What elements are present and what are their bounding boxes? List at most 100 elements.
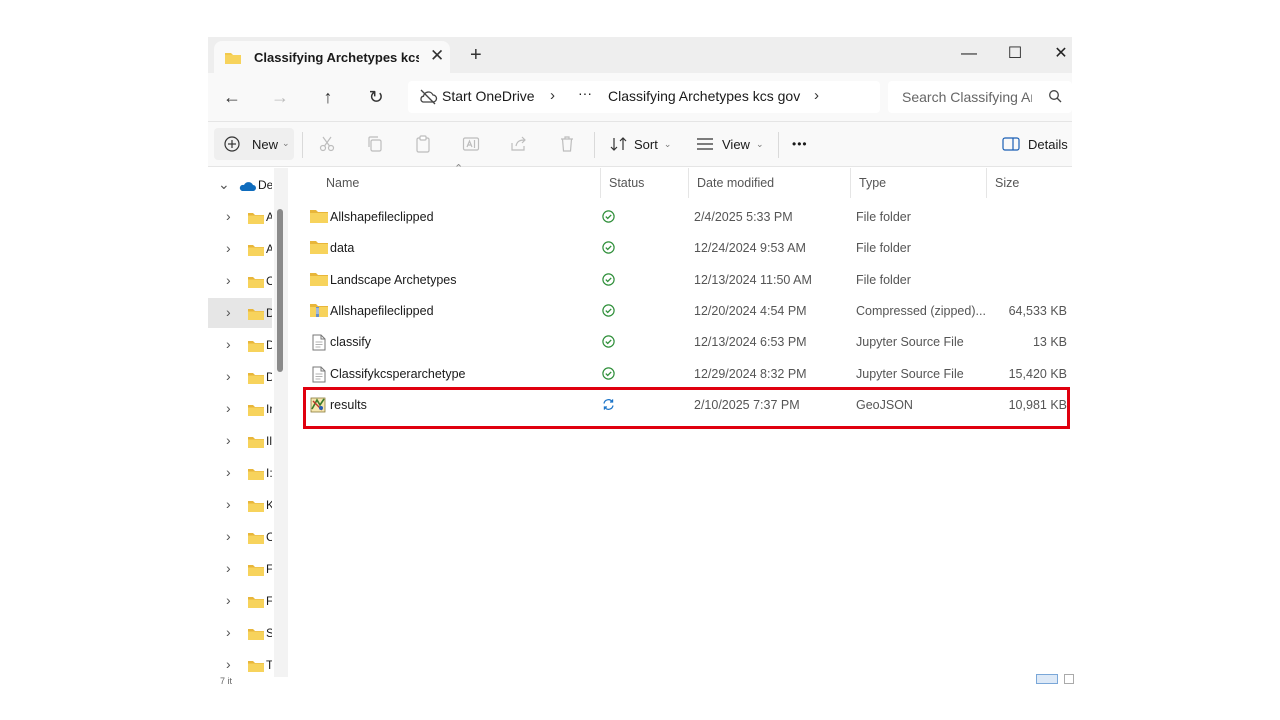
file-size: 15,420 KB	[1008, 366, 1067, 381]
copy-icon	[368, 136, 382, 152]
view-button[interactable]: View ⌄	[696, 129, 764, 159]
column-header-type[interactable]: Type	[850, 168, 986, 198]
chevron-right-icon[interactable]: ›	[226, 656, 231, 672]
cut-button[interactable]	[318, 129, 336, 159]
file-name: classify	[330, 335, 371, 350]
sidebar-item[interactable]: › Il	[208, 426, 272, 456]
sidebar-item[interactable]: › D	[208, 362, 272, 392]
sidebar-item[interactable]: › F	[208, 586, 272, 616]
document-icon	[312, 366, 326, 388]
file-date: 12/24/2024 9:53 AM	[694, 241, 806, 256]
chevron-right-icon[interactable]: ›	[226, 592, 231, 608]
tab-close-icon[interactable]: ✕	[430, 46, 444, 66]
file-row[interactable]: Classifykcsperarchetype 12/29/2024 8:32 P…	[302, 359, 1072, 390]
maximize-button[interactable]: ☐	[992, 37, 1038, 71]
sidebar-item-label: Il	[266, 434, 272, 448]
sidebar-item[interactable]: › A	[208, 202, 272, 232]
chevron-right-icon[interactable]: ›	[226, 432, 231, 448]
divider	[302, 132, 303, 158]
sidebar-item[interactable]: › D	[208, 298, 272, 328]
folder-icon	[248, 403, 264, 421]
column-header-name[interactable]: Name	[318, 168, 598, 198]
breadcrumb-separator[interactable]: ›	[814, 87, 819, 104]
chevron-right-icon[interactable]: ›	[226, 272, 231, 288]
sidebar-item[interactable]: › F	[208, 554, 272, 584]
sidebar-item-label: T	[266, 658, 272, 672]
rename-button[interactable]	[462, 129, 480, 159]
back-button[interactable]: ←	[220, 85, 244, 109]
sort-label: Sort	[634, 136, 658, 152]
file-row[interactable]: Allshapefileclipped 12/20/2024 4:54 PM Com…	[302, 296, 1072, 327]
sidebar-item[interactable]: › D	[208, 330, 272, 360]
paste-button[interactable]	[414, 129, 432, 159]
details-view-toggle[interactable]	[1036, 674, 1058, 684]
sidebar-item-label: D	[266, 370, 272, 384]
sidebar-item[interactable]: › K	[208, 490, 272, 520]
folder-icon	[310, 272, 328, 291]
sidebar-item-onedrive[interactable]: ⌄ De	[208, 170, 272, 200]
share-button[interactable]	[510, 129, 528, 159]
column-header-size[interactable]: Size	[986, 168, 1072, 198]
chevron-right-icon[interactable]: ›	[226, 560, 231, 576]
file-name: Classifykcsperarchetype	[330, 366, 466, 381]
file-type: Jupyter Source File	[856, 366, 964, 381]
chevron-right-icon[interactable]: ›	[226, 304, 231, 320]
details-pane-icon	[1002, 137, 1020, 151]
file-name: Allshapefileclipped	[330, 210, 434, 224]
tab-title: Classifying Archetypes kcs gov	[254, 50, 419, 65]
chevron-right-icon[interactable]: ›	[226, 240, 231, 256]
breadcrumb-separator[interactable]: ›	[550, 87, 555, 104]
sidebar-item-label: I:	[266, 466, 272, 480]
file-row[interactable]: Landscape Archetypes 12/13/2024 11:50 AM F…	[302, 265, 1072, 296]
chevron-right-icon[interactable]: ›	[226, 336, 231, 352]
title-bar: Classifying Archetypes kcs gov ✕ + — ☐ ✕	[208, 37, 1072, 73]
chevron-right-icon[interactable]: ›	[226, 528, 231, 544]
synced-icon	[602, 210, 615, 228]
up-button[interactable]: ↑	[316, 85, 340, 109]
sidebar-item[interactable]: › A	[208, 234, 272, 264]
forward-button[interactable]: →	[268, 85, 292, 109]
chevron-right-icon[interactable]: ›	[226, 208, 231, 224]
chevron-right-icon[interactable]: ›	[226, 496, 231, 512]
new-button[interactable]: New ⌄	[214, 128, 294, 160]
new-tab-button[interactable]: +	[470, 44, 482, 67]
address-bar[interactable]: Start OneDrive › ··· Classifying Archety…	[408, 81, 880, 113]
column-header-status[interactable]: Status	[600, 168, 688, 198]
minimize-button[interactable]: —	[946, 37, 992, 71]
chevron-right-icon[interactable]: ›	[226, 368, 231, 384]
sidebar-item[interactable]: › S	[208, 618, 272, 648]
view-label: View	[722, 136, 750, 152]
file-row[interactable]: classify 12/13/2024 6:53 PM Jupyter Source…	[302, 327, 1072, 358]
file-name: Allshapefileclipped	[330, 303, 434, 318]
sidebar-item-label: F	[266, 594, 272, 608]
file-row[interactable]: Allshapefileclipped 2/4/2025 5:33 PM File …	[302, 202, 1072, 233]
chevron-down-icon: ⌄	[218, 176, 230, 192]
file-date: 12/13/2024 11:50 AM	[694, 272, 812, 287]
sidebar-scrollbar-thumb[interactable]	[277, 209, 283, 372]
sidebar-item[interactable]: › I:	[208, 458, 272, 488]
column-header-date[interactable]: Date modified	[688, 168, 850, 198]
more-options-button[interactable]: •••	[792, 129, 808, 159]
details-button[interactable]: Details	[1002, 129, 1068, 159]
file-type: File folder	[856, 210, 911, 224]
sort-button[interactable]: Sort ⌄	[610, 129, 671, 159]
highlight-box	[303, 387, 1070, 429]
sidebar-item[interactable]: › C	[208, 266, 272, 296]
delete-button[interactable]	[558, 129, 576, 159]
close-button[interactable]: ✕	[1038, 37, 1072, 71]
sidebar-item[interactable]: › Ir	[208, 394, 272, 424]
breadcrumb-overflow[interactable]: ···	[578, 85, 592, 101]
chevron-right-icon[interactable]: ›	[226, 624, 231, 640]
breadcrumb-current-folder[interactable]: Classifying Archetypes kcs gov	[608, 88, 800, 104]
copy-button[interactable]	[366, 129, 384, 159]
breadcrumb-start-onedrive[interactable]: Start OneDrive	[442, 88, 535, 104]
tab-current[interactable]: Classifying Archetypes kcs gov ✕	[214, 41, 450, 73]
sidebar-item-label: C	[266, 274, 272, 288]
sidebar-item[interactable]: › C	[208, 522, 272, 552]
refresh-button[interactable]: ↻	[364, 85, 388, 109]
tiles-view-toggle[interactable]	[1064, 674, 1074, 684]
chevron-right-icon[interactable]: ›	[226, 400, 231, 416]
search-input[interactable]: Search Classifying Ar	[888, 81, 1072, 113]
chevron-right-icon[interactable]: ›	[226, 464, 231, 480]
file-row[interactable]: data 12/24/2024 9:53 AM File folder	[302, 233, 1072, 264]
